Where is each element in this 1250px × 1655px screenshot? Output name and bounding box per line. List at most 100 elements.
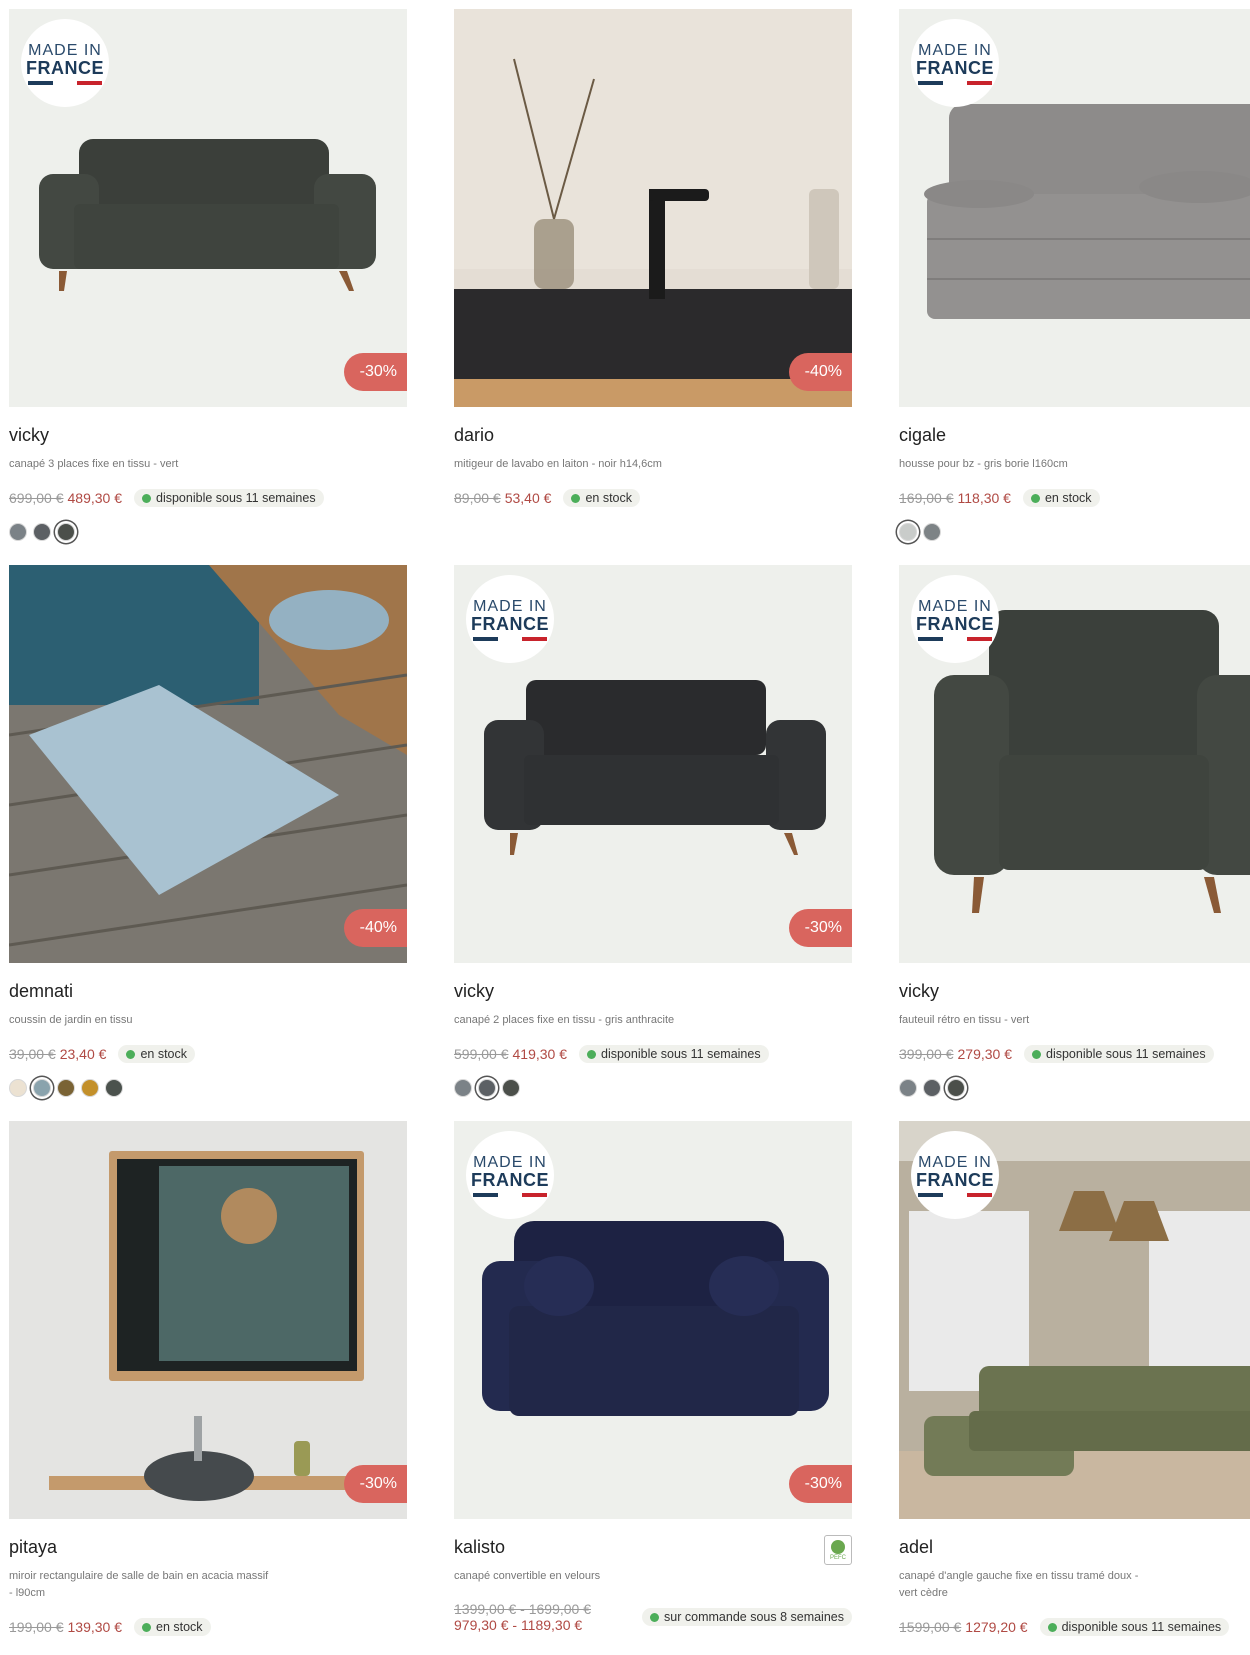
product-image[interactable]: MADE IN FRANCE -30% [454,1121,852,1519]
product-card[interactable]: -40% dario mitigeur de lavabo en laiton … [454,9,852,507]
status-dot-icon [1030,493,1040,503]
color-swatches [899,523,1250,541]
color-swatch[interactable] [923,1079,941,1097]
product-name[interactable]: vicky [454,981,852,1002]
product-card[interactable]: MADE IN FRANCE vicky fauteuil rétro en t… [899,565,1250,1097]
product-image[interactable]: MADE IN FRANCE [899,565,1250,963]
product-image[interactable]: MADE IN FRANCE [899,1121,1250,1519]
availability-badge: disponible sous 11 semaines [1024,1045,1214,1063]
color-swatch[interactable] [502,1079,520,1097]
availability-badge: en stock [1022,489,1100,507]
french-flag-icon [473,1192,548,1197]
status-dot-icon [142,1622,151,1632]
price-row: 39,00 € 23,40 € en stock [9,1045,407,1063]
product-image[interactable]: -40% [9,565,407,963]
product-card[interactable]: -30% pitaya miroir rectangulaire de sall… [9,1121,407,1636]
status-dot-icon [126,1049,136,1059]
product-name[interactable]: dario [454,425,852,446]
color-swatches [9,523,407,541]
new-price: 139,30 € [67,1619,123,1635]
color-swatch-selected[interactable] [57,523,75,541]
color-swatch-selected[interactable] [899,523,917,541]
new-price: 419,30 € [512,1046,568,1062]
product-card[interactable]: -40% demnati coussin de jardin en tissu … [9,565,407,1097]
product-name[interactable]: cigale [899,425,1250,446]
status-dot-icon [1032,1049,1041,1059]
color-swatch-selected[interactable] [33,1079,51,1097]
old-price: 89,00 € [454,490,501,506]
color-swatch[interactable] [9,523,27,541]
product-name[interactable]: demnati [9,981,407,1002]
color-swatch[interactable] [454,1079,472,1097]
status-dot-icon [571,493,581,503]
product-card[interactable]: MADE IN FRANCE -30% vicky canapé 2 place… [454,565,852,1097]
product-description: fauteuil rétro en tissu - vert [899,1014,1030,1026]
new-price: 118,30 € [957,490,1011,506]
made-in-france-badge: MADE IN FRANCE [911,575,999,663]
pefc-certification-icon: PEFC [824,1535,852,1565]
french-flag-icon [918,1192,993,1197]
product-description: canapé 3 places fixe en tissu - vert [9,458,179,470]
color-swatch-selected[interactable] [478,1079,496,1097]
color-swatches [899,1079,1250,1097]
blue-garden-cushion-image [9,565,407,963]
product-name[interactable]: kalisto [454,1537,852,1558]
product-name[interactable]: adel [899,1537,1250,1558]
discount-badge: -30% [343,353,407,391]
product-card[interactable]: MADE IN FRANCE cigale housse pour bz - g… [899,9,1250,541]
product-image[interactable]: -30% [9,1121,407,1519]
new-price: 279,30 € [957,1046,1013,1062]
color-swatch[interactable] [923,523,941,541]
product-image[interactable]: -40% [454,9,852,407]
product-description: mitigeur de lavabo en laiton - noir h14,… [454,458,662,470]
product-image[interactable]: MADE IN FRANCE [899,9,1250,407]
discount-badge: -30% [343,1465,407,1503]
availability-badge: en stock [563,489,640,507]
product-card[interactable]: MADE IN FRANCE -30% vicky canapé 3 place… [9,9,407,541]
product-card[interactable]: MADE IN FRANCE -30% PEFC kalisto canapé … [454,1121,852,1633]
new-price: 1279,20 € [965,1619,1028,1635]
new-price: 979,30 € - 1189,30 € [454,1617,583,1633]
made-in-france-badge: MADE IN FRANCE [911,19,999,107]
french-flag-icon [918,80,993,85]
product-description: coussin de jardin en tissu [9,1014,133,1026]
status-dot-icon [587,1049,596,1059]
product-name[interactable]: pitaya [9,1537,407,1558]
color-swatch[interactable] [57,1079,75,1097]
status-dot-icon [1047,1622,1057,1632]
color-swatch[interactable] [105,1079,123,1097]
product-name[interactable]: vicky [9,425,407,446]
made-in-france-badge: MADE IN FRANCE [466,575,554,663]
price-range: 1399,00 € - 1699,00 € 979,30 € - 1189,30… [454,1601,595,1633]
price-row: 399,00 € 279,30 € disponible sous 11 sem… [899,1045,1250,1063]
price-row: 89,00 € 53,40 € en stock [454,489,852,507]
product-card[interactable]: MADE IN FRANCE adel canapé d'angle gauch… [899,1121,1250,1636]
old-price: 1599,00 € [899,1619,962,1635]
status-dot-icon [142,493,151,503]
product-name[interactable]: vicky [899,981,1250,1002]
leaf-icon [831,1539,845,1554]
made-in-france-badge: MADE IN FRANCE [21,19,109,107]
availability-badge: en stock [134,1618,211,1636]
color-swatch-selected[interactable] [947,1079,965,1097]
discount-badge: -40% [788,353,852,391]
color-swatches [9,1079,407,1097]
product-description: canapé d'angle gauche fixe en tissu tram… [899,1570,1139,1599]
color-swatch[interactable] [33,523,51,541]
color-swatch[interactable] [9,1079,27,1097]
availability-badge: en stock [118,1045,195,1063]
color-swatch[interactable] [899,1079,917,1097]
product-description: canapé 2 places fixe en tissu - gris ant… [454,1014,675,1026]
product-image[interactable]: MADE IN FRANCE -30% [9,9,407,407]
old-price: 169,00 € [899,490,954,506]
availability-badge: disponible sous 11 semaines [579,1045,769,1063]
color-swatch[interactable] [81,1079,99,1097]
old-price: 699,00 € [9,490,64,506]
old-price: 39,00 € [9,1046,56,1062]
old-price: 599,00 € [454,1046,509,1062]
discount-badge: -30% [788,909,852,947]
price-row: 1399,00 € - 1699,00 € 979,30 € - 1189,30… [454,1601,852,1633]
product-image[interactable]: MADE IN FRANCE -30% [454,565,852,963]
french-flag-icon [473,636,548,641]
french-flag-icon [918,636,993,641]
